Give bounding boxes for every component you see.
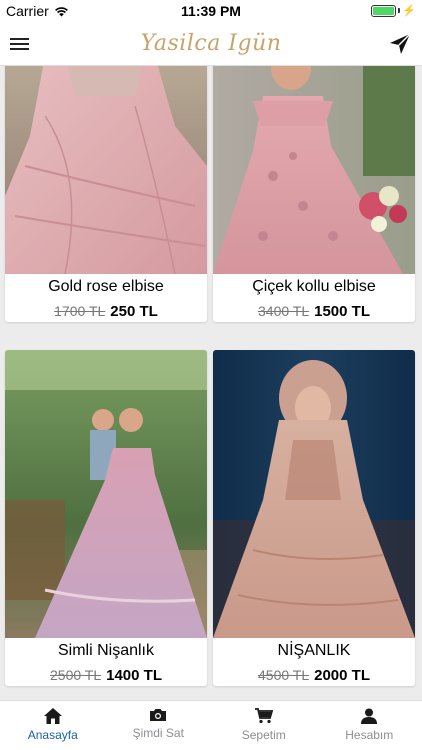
product-image xyxy=(5,66,207,274)
product-title: Simli Nişanlık xyxy=(57,642,154,659)
product-card[interactable]: Çiçek kollu elbise 3400 TL 1500 TL xyxy=(213,66,415,322)
product-card[interactable]: NİŞANLIK 4500 TL 2000 TL xyxy=(213,350,415,686)
tab-simdi-sat[interactable]: Şimdi Sat xyxy=(106,701,212,750)
home-icon xyxy=(43,708,62,724)
tab-bar: Anasayfa Şimdi Sat Sepetim Hesabım xyxy=(0,700,422,750)
old-price: 4500 TL xyxy=(258,667,310,683)
app-logo: Yasilca Igün xyxy=(140,31,282,56)
user-icon xyxy=(361,708,378,724)
camera-icon xyxy=(150,709,167,721)
product-price: 250 TL xyxy=(110,303,158,320)
product-price: 1400 TL xyxy=(106,667,162,684)
old-price: 1700 TL xyxy=(54,303,106,319)
tab-label: Anasayfa xyxy=(27,728,78,742)
product-image xyxy=(213,350,415,638)
product-grid: Gold rose elbise 1700 TL 250 TL Çiçek ko… xyxy=(0,66,422,700)
old-price: 2500 TL xyxy=(50,667,102,683)
product-price: 2000 TL xyxy=(314,667,370,684)
product-price: 1500 TL xyxy=(314,303,370,320)
product-image xyxy=(5,350,207,638)
charging-icon: ⚡ xyxy=(402,5,416,17)
nav-bar: Yasilca Igün xyxy=(0,22,422,66)
product-prices: 2500 TL 1400 TL xyxy=(5,664,207,686)
battery-icon xyxy=(371,4,397,17)
status-bar: Carrier 11:39 PM ⚡ xyxy=(0,0,422,22)
cart-icon xyxy=(254,708,273,724)
tab-sepetim[interactable]: Sepetim xyxy=(211,701,317,750)
product-title: NİŞANLIK xyxy=(277,642,351,659)
tab-hesabim[interactable]: Hesabım xyxy=(317,701,422,750)
status-right: ⚡ xyxy=(371,4,416,17)
battery-tip xyxy=(398,8,401,13)
tab-label: Sepetim xyxy=(241,728,286,742)
product-card[interactable]: Gold rose elbise 1700 TL 250 TL xyxy=(5,66,207,322)
product-prices: 4500 TL 2000 TL xyxy=(213,664,415,686)
battery-fill xyxy=(373,6,395,15)
paper-plane-icon[interactable] xyxy=(388,32,412,56)
old-price: 3400 TL xyxy=(258,303,310,319)
tab-label: Hesabım xyxy=(345,728,394,742)
tab-label: Şimdi Sat xyxy=(132,726,184,740)
product-card[interactable]: Simli Nişanlık 2500 TL 1400 TL xyxy=(5,350,207,686)
product-prices: 3400 TL 1500 TL xyxy=(213,300,415,322)
product-image xyxy=(213,66,415,274)
status-time: 11:39 PM xyxy=(181,3,241,19)
product-title: Çiçek kollu elbise xyxy=(252,278,376,295)
product-title: Gold rose elbise xyxy=(48,278,164,295)
tab-anasayfa[interactable]: Anasayfa xyxy=(0,701,106,750)
product-prices: 1700 TL 250 TL xyxy=(5,300,207,322)
